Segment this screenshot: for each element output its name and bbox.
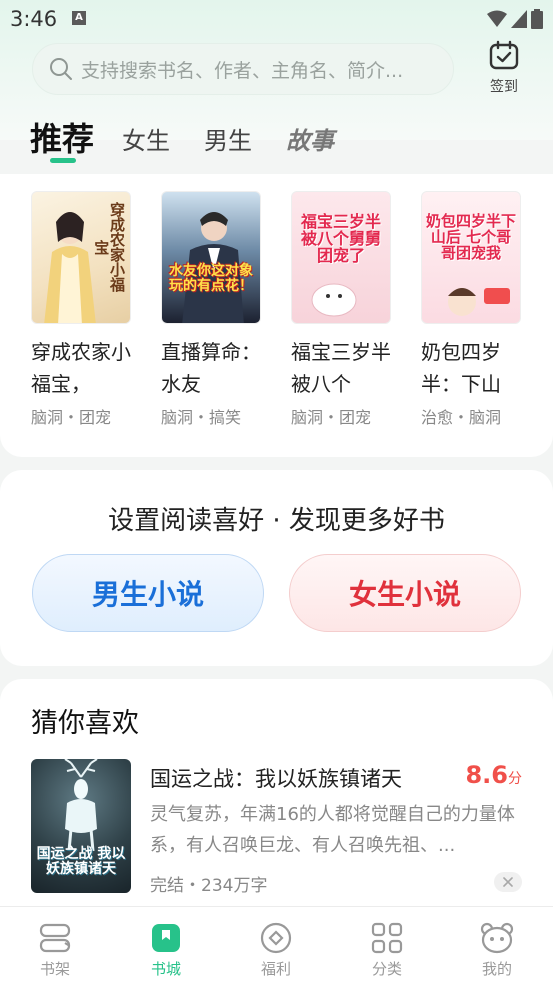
nav-label: 分类 (371, 960, 402, 978)
nav-welfare[interactable]: 福利 (246, 921, 306, 979)
book-cover: 奶包四岁半下山后 七个哥哥团宠我 (421, 191, 521, 324)
close-icon (503, 877, 513, 887)
status-icons (487, 9, 543, 29)
dismiss-button[interactable] (494, 872, 522, 892)
tab-recommend[interactable]: 推荐 (30, 114, 94, 160)
calendar-check-icon (489, 40, 519, 70)
tab-female[interactable]: 女生 (122, 121, 170, 156)
cover-title: 奶包四岁半下山后 七个哥哥团宠我 (426, 212, 517, 262)
female-novel-button[interactable]: 女生小说 (289, 554, 521, 632)
profile-icon (480, 922, 514, 954)
notification-icon: A (72, 11, 86, 25)
status-bar: 3:46 A (0, 0, 553, 38)
status-time: 3:46 (10, 7, 58, 31)
bookstore-icon (152, 924, 180, 952)
bookshelf-icon (39, 923, 71, 953)
book-card[interactable]: 福宝三岁半 被八个舅舅团宠了 福宝三岁半被八个 脑洞・团宠 (291, 191, 393, 428)
book-tags: 治愈・脑洞 (421, 408, 502, 427)
reading-preference-section: 设置阅读喜好 · 发现更多好书 男生小说 女生小说 (0, 470, 553, 666)
book-cover: 穿成农家小福宝 (31, 191, 131, 324)
search-placeholder: 支持搜索书名、作者、主角名、简介... (81, 59, 404, 82)
nav-profile[interactable]: 我的 (467, 921, 527, 979)
nav-label: 书城 (150, 960, 181, 978)
book-title: 穿成农家小福宝， (31, 340, 131, 396)
book-tags: 脑洞・搞笑 (161, 408, 242, 427)
category-icon (371, 922, 403, 954)
book-cover: 福宝三岁半 被八个舅舅团宠了 (291, 191, 391, 324)
nav-label: 福利 (260, 960, 291, 978)
battery-icon (531, 9, 543, 29)
recommend-section: 穿成农家小福宝 穿成农家小福宝， 脑洞・团宠 水友你这对象玩的有点花！ 直播算命… (0, 174, 553, 457)
nav-bookstore[interactable]: 书城 (136, 921, 196, 979)
book-title: 直播算命：水友 (161, 340, 261, 396)
welfare-icon (260, 922, 292, 954)
score-value: 8.6 (465, 761, 508, 789)
active-tab-indicator (50, 158, 76, 163)
book-title[interactable]: 国运之战：我以妖族镇诸天 (150, 763, 402, 793)
book-tags: 脑洞・团宠 (291, 408, 372, 427)
book-card[interactable]: 水友你这对象玩的有点花！ 直播算命：水友 脑洞・搞笑 (161, 191, 263, 428)
book-title: 福宝三岁半被八个 (291, 340, 391, 396)
section-title: 猜你喜欢 (31, 708, 139, 739)
nav-category[interactable]: 分类 (357, 921, 417, 979)
wifi-icon (487, 10, 507, 27)
nav-label: 我的 (481, 960, 512, 978)
book-description: 灵气复苏，年满16的人都将觉醒自己的力量体系，有人召唤巨龙、有人召唤先祖、... (150, 804, 515, 856)
cover-title: 穿成农家小福宝 (92, 202, 126, 292)
book-cover[interactable]: 国运之战 我以妖族镇诸天 (31, 759, 131, 893)
book-card[interactable]: 奶包四岁半下山后 七个哥哥团宠我 奶包四岁半：下山 治愈・脑洞 (421, 191, 523, 428)
book-meta: 完结・234万字 (150, 876, 268, 896)
bottom-navigation: 书架 书城 福利 分类 我的 (0, 906, 553, 984)
checkin-label: 签到 (490, 79, 518, 95)
book-score: 8.6分 (465, 761, 522, 789)
male-novel-button[interactable]: 男生小说 (32, 554, 264, 632)
nav-bookshelf[interactable]: 书架 (25, 921, 85, 979)
cover-illustration (182, 212, 244, 323)
cover-title: 水友你这对象玩的有点花！ (169, 263, 253, 294)
tab-story[interactable]: 故事 (286, 121, 334, 156)
guess-you-like-section: 猜你喜欢 国运之战 我以妖族镇诸天 国运之战：我以妖族镇诸天 8.6分 灵气复苏… (0, 679, 553, 909)
nav-label: 书架 (39, 960, 70, 978)
book-cover: 水友你这对象玩的有点花！ (161, 191, 261, 324)
tab-male[interactable]: 男生 (204, 121, 252, 156)
cover-title: 福宝三岁半 被八个舅舅团宠了 (300, 212, 381, 265)
cover-title: 国运之战 我以妖族镇诸天 (36, 846, 126, 877)
score-unit: 分 (508, 771, 522, 787)
search-input[interactable]: 支持搜索书名、作者、主角名、简介... (32, 43, 454, 95)
book-card[interactable]: 穿成农家小福宝 穿成农家小福宝， 脑洞・团宠 (31, 191, 133, 428)
search-icon (50, 58, 72, 80)
checkin-button[interactable]: 签到 (478, 40, 530, 96)
preference-title: 设置阅读喜好 · 发现更多好书 (108, 506, 445, 536)
signal-icon (511, 10, 527, 28)
book-tags: 脑洞・团宠 (31, 408, 112, 427)
book-title: 奶包四岁半：下山 (421, 340, 501, 396)
